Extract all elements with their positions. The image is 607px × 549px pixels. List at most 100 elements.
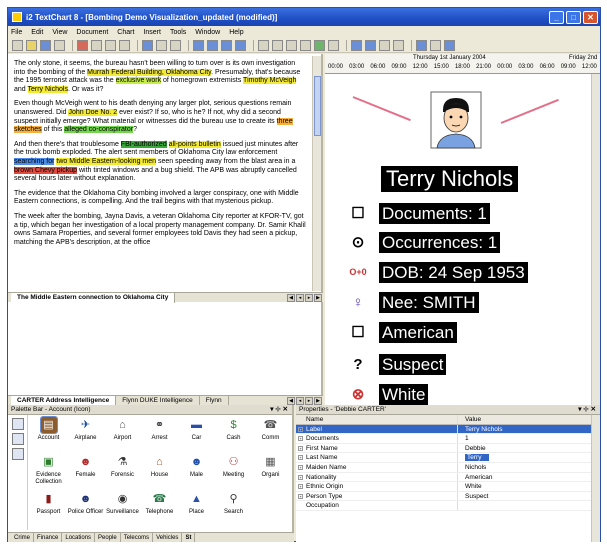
table-icon[interactable]	[351, 39, 362, 51]
property-value[interactable]: American	[458, 473, 591, 482]
menu-file[interactable]: File	[11, 29, 22, 36]
panel-controls[interactable]: ▾ ⊹ ✕	[270, 405, 288, 414]
nav-next-icon[interactable]: ▸	[305, 293, 313, 302]
expand-icon[interactable]: +	[298, 474, 303, 480]
timeline-icon[interactable]	[235, 39, 246, 51]
panel-controls[interactable]: ▾ ⊹ ✕	[578, 405, 596, 414]
table-row[interactable]: + Last Name Terry	[296, 453, 591, 463]
link-line[interactable]	[352, 96, 411, 122]
attribute-occurrences[interactable]: ⊙ Occurrences: 1	[349, 231, 501, 253]
tab-flynn-duke[interactable]: Flynn DUKE Intelligence	[116, 395, 200, 406]
highlight-phrase[interactable]: all-points bulletin	[168, 140, 221, 148]
highlight-phrase[interactable]: searching for	[14, 157, 55, 165]
expand-icon[interactable]: +	[298, 464, 303, 470]
scroll-thumb[interactable]	[314, 76, 321, 136]
nav-first-icon[interactable]: ◀	[287, 396, 295, 405]
table-row[interactable]: Occupation	[296, 501, 591, 511]
attribute-dob[interactable]: O+0 DOB: 24 Sep 1953	[349, 261, 528, 283]
properties-title-bar[interactable]: Properties - 'Debbie CARTER' ▾ ⊹ ✕	[296, 405, 600, 415]
tab-flynn[interactable]: Flynn	[200, 395, 229, 406]
table-row[interactable]: + Person Type Suspect	[296, 491, 591, 502]
secondary-document[interactable]	[10, 303, 313, 393]
property-value[interactable]: Debbie	[458, 444, 591, 453]
open-icon[interactable]	[26, 39, 37, 51]
palette-item-comm[interactable]: ☎ Comm	[252, 417, 289, 454]
nav-first-icon[interactable]: ◀	[287, 293, 295, 302]
paste-icon[interactable]	[105, 39, 116, 51]
table-row[interactable]: + Maiden Name Nichols	[296, 462, 591, 473]
maximize-button[interactable]: □	[566, 10, 581, 24]
find-icon[interactable]	[142, 39, 153, 51]
attribute-person-type[interactable]: ? Suspect	[349, 353, 447, 375]
grid-icon[interactable]	[221, 39, 232, 51]
nav-prev-icon[interactable]: ◂	[296, 396, 304, 405]
export-icon[interactable]	[416, 39, 427, 51]
view-icon[interactable]	[207, 39, 218, 51]
properties-scrollbar[interactable]	[591, 415, 600, 542]
menu-chart[interactable]: Chart	[117, 29, 134, 36]
attribute-nationality[interactable]: ☐ American	[349, 321, 457, 343]
layout-icon[interactable]	[193, 39, 204, 51]
palette-tab-vehicles[interactable]: Vehicles	[153, 533, 183, 542]
palette-item-female[interactable]: ☻ Female	[67, 454, 104, 491]
palette-item-cash[interactable]: $ Cash	[215, 417, 252, 454]
link-icon[interactable]	[272, 39, 283, 51]
expand-icon[interactable]: +	[298, 484, 303, 490]
property-value[interactable]	[458, 501, 591, 510]
copy-icon[interactable]	[91, 39, 102, 51]
table-row[interactable]: + Label Terry Nichols	[296, 424, 591, 435]
palette-item-arrest[interactable]: ⚭ Arrest	[141, 417, 178, 454]
highlight-person[interactable]: John Doe No. 2	[68, 108, 118, 116]
nav-next-icon[interactable]: ▸	[305, 396, 313, 405]
palette-title-bar[interactable]: Palette Bar - Account (Icon) ▾ ⊹ ✕	[8, 405, 292, 415]
menu-insert[interactable]: Insert	[143, 29, 161, 36]
palette-item-account[interactable]: ▤ Account	[30, 416, 67, 454]
frame-icon[interactable]	[379, 39, 390, 51]
highlight-person[interactable]: Timothy McVeigh	[243, 77, 297, 85]
palette-tab-st[interactable]: St	[182, 533, 196, 542]
highlight-phrase[interactable]: alleged co-conspirator	[64, 126, 134, 134]
entity-icon[interactable]	[258, 39, 269, 51]
nav-last-icon[interactable]: ▶	[314, 293, 322, 302]
tab-document[interactable]: The Middle Eastern connection to Oklahom…	[11, 292, 176, 303]
expand-icon[interactable]: +	[298, 493, 303, 499]
title-bar[interactable]: i2 TextChart 8 - [Bombing Demo Visualiza…	[8, 8, 600, 26]
expand-icon[interactable]: +	[298, 445, 303, 451]
table-row[interactable]: + First Name Debbie	[296, 443, 591, 454]
nav-last-icon[interactable]: ▶	[314, 396, 322, 405]
palette-item-surveillance[interactable]: ◉ Surveillance	[104, 491, 141, 528]
palette-item-forensic[interactable]: ⚗ Forensic	[104, 454, 141, 491]
palette-item-airport[interactable]: ⌂ Airport	[104, 417, 141, 454]
property-value[interactable]: Nichols	[458, 463, 591, 472]
palette-item-airplane[interactable]: ✈ Airplane	[67, 417, 104, 454]
palette-item-search[interactable]: ⚲ Search	[215, 491, 252, 528]
column-name[interactable]: Name	[296, 415, 458, 424]
new-icon[interactable]	[12, 39, 23, 51]
palette-tab-people[interactable]: People	[95, 533, 121, 542]
expand-icon[interactable]: +	[298, 436, 303, 442]
palette-item-car[interactable]: ▬ Car	[178, 417, 215, 454]
palette-item-house[interactable]: ⌂ House	[141, 454, 178, 491]
view-icons-icon[interactable]	[12, 418, 24, 430]
chart-icon[interactable]	[314, 39, 325, 51]
property-value[interactable]: Terry Nichols	[458, 425, 591, 434]
attribute-ethnic-origin[interactable]: ⊗ White	[349, 383, 429, 405]
menu-help[interactable]: Help	[229, 29, 243, 36]
palette-item-place[interactable]: ▲ Place	[178, 491, 215, 528]
highlight-location[interactable]: Murrah Federal Building, Oklahoma City	[87, 68, 212, 76]
chart-scrollbar[interactable]	[591, 74, 600, 405]
palette-item-organisation[interactable]: ▦ Organi	[252, 454, 289, 491]
nav-prev-icon[interactable]: ◂	[296, 293, 304, 302]
palette-tab-locations[interactable]: Locations	[62, 533, 96, 542]
settings-icon[interactable]	[444, 39, 455, 51]
menu-edit[interactable]: Edit	[31, 29, 43, 36]
zoom-icon[interactable]	[286, 39, 297, 51]
highlight-person[interactable]: two Middle Eastern-looking men	[56, 157, 157, 165]
entity-name-label[interactable]: Terry Nichols	[381, 166, 519, 192]
attribute-maiden-name[interactable]: ♀ Nee: SMITH	[349, 291, 479, 313]
table-row[interactable]: + Ethnic Origin White	[296, 482, 591, 492]
select-icon[interactable]	[170, 39, 181, 51]
property-value[interactable]: Terry	[465, 454, 490, 462]
cut-icon[interactable]	[77, 39, 88, 51]
menu-tools[interactable]: Tools	[170, 29, 186, 36]
